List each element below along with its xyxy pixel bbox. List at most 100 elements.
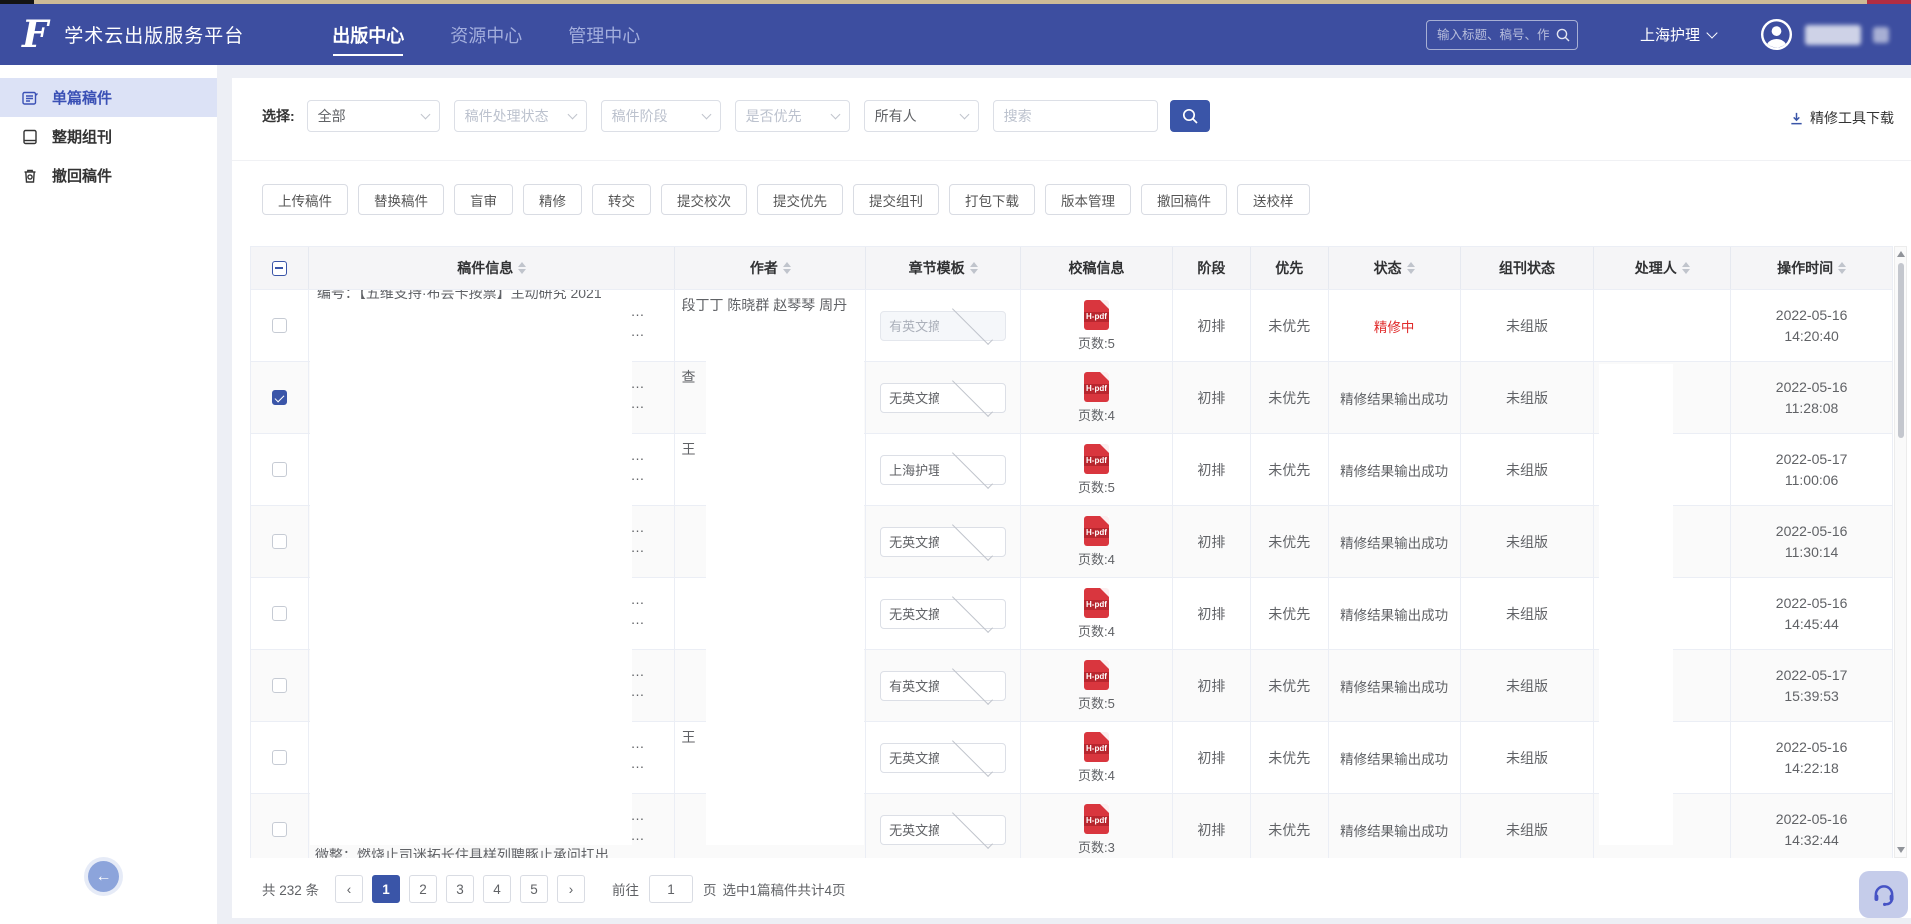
- action-button-2[interactable]: 替换稿件: [358, 184, 444, 215]
- chapter-template-select[interactable]: 有英文摘要，无编: [880, 671, 1006, 701]
- sort-icon[interactable]: [1838, 262, 1846, 274]
- nav-link-2[interactable]: 资源中心: [450, 4, 522, 65]
- table-scrollbar[interactable]: [1894, 246, 1907, 858]
- next-page-button[interactable]: ›: [557, 875, 585, 903]
- chapter-template-select[interactable]: 无英文摘要，无编: [880, 815, 1006, 845]
- filter-dropdown-5[interactable]: 所有人: [864, 100, 979, 132]
- pdf-file-icon[interactable]: H-pdf: [1084, 660, 1109, 690]
- sort-icon[interactable]: [783, 262, 791, 274]
- priority-cell-text: 未优先: [1268, 748, 1310, 768]
- page-button-5[interactable]: 5: [520, 875, 548, 903]
- status-cell: 精修结果输出成功: [1329, 794, 1461, 858]
- filter-dropdown-1[interactable]: 全部: [307, 100, 440, 132]
- row-checkbox[interactable]: [272, 822, 287, 837]
- row-checkbox[interactable]: [272, 606, 287, 621]
- sort-icon[interactable]: [1407, 262, 1415, 274]
- action-button-5[interactable]: 转交: [592, 184, 651, 215]
- chapter-template-select[interactable]: 无英文摘要，无编: [880, 743, 1006, 773]
- filter-dropdown-3[interactable]: 稿件阶段: [601, 100, 721, 132]
- sidebar-item-1[interactable]: 单篇稿件: [0, 78, 217, 117]
- chapter-template-select[interactable]: 无英文摘要，无编: [880, 527, 1006, 557]
- collapse-back-button[interactable]: ←: [88, 861, 119, 892]
- pdf-file-icon[interactable]: H-pdf: [1084, 732, 1109, 762]
- action-button-6[interactable]: 提交校次: [661, 184, 747, 215]
- row-checkbox[interactable]: [272, 534, 287, 549]
- action-button-11[interactable]: 撤回稿件: [1141, 184, 1227, 215]
- status-text: 精修结果输出成功: [1338, 604, 1450, 624]
- title-ellipsis: …: [630, 467, 644, 483]
- action-button-8[interactable]: 提交组刊: [853, 184, 939, 215]
- status-cell: 精修结果输出成功: [1329, 362, 1461, 433]
- search-button[interactable]: [1170, 100, 1210, 132]
- pdf-file-icon[interactable]: H-pdf: [1084, 444, 1109, 474]
- nav-link-3[interactable]: 管理中心: [568, 4, 640, 65]
- action-button-12[interactable]: 送校样: [1237, 184, 1310, 215]
- org-switcher[interactable]: 上海护理: [1640, 24, 1716, 45]
- priority-cell: 未优先: [1251, 578, 1329, 649]
- action-button-10[interactable]: 版本管理: [1045, 184, 1131, 215]
- row-checkbox[interactable]: [272, 678, 287, 693]
- action-button-1[interactable]: 上传稿件: [262, 184, 348, 215]
- title-ellipsis: …: [630, 663, 644, 679]
- chapter-template-select[interactable]: 无英文摘要，无编: [880, 383, 1006, 413]
- scroll-down-icon[interactable]: [1897, 847, 1905, 853]
- group-status-cell: 未组版: [1461, 578, 1595, 649]
- action-button-3[interactable]: 盲审: [454, 184, 513, 215]
- pdf-file-icon[interactable]: H-pdf: [1084, 300, 1109, 330]
- page-button-4[interactable]: 4: [483, 875, 511, 903]
- prev-page-button[interactable]: ‹: [335, 875, 363, 903]
- customer-service-button[interactable]: [1859, 871, 1908, 918]
- status-text: 精修结果输出成功: [1338, 460, 1450, 480]
- sort-icon[interactable]: [518, 262, 526, 274]
- refine-tool-download-link[interactable]: 精修工具下载: [1789, 108, 1894, 128]
- chapter-template-select[interactable]: 有英文摘要，无编: [880, 311, 1006, 341]
- stage-cell-text: 初排: [1197, 316, 1225, 336]
- page-button-2[interactable]: 2: [409, 875, 437, 903]
- row-checkbox[interactable]: [272, 390, 287, 405]
- nav-link-1[interactable]: 出版中心: [332, 4, 404, 65]
- row-checkbox-cell: [251, 722, 309, 793]
- sort-icon[interactable]: [970, 262, 978, 274]
- page-button-1[interactable]: 1: [372, 875, 400, 903]
- nav-links: 出版中心资源中心管理中心: [332, 4, 640, 65]
- chapter-template-select[interactable]: 无英文摘要，无编: [880, 599, 1006, 629]
- pdf-file-icon[interactable]: H-pdf: [1084, 588, 1109, 618]
- keyword-search-input[interactable]: [993, 100, 1158, 132]
- action-button-7[interactable]: 提交优先: [757, 184, 843, 215]
- scroll-up-icon[interactable]: [1897, 251, 1905, 257]
- filter-dropdown-4[interactable]: 是否优先: [735, 100, 850, 132]
- redaction-block-title: [310, 306, 632, 845]
- search-icon[interactable]: [1555, 27, 1571, 43]
- select-all-checkbox[interactable]: [272, 261, 287, 276]
- page-count: 页数:4: [1078, 405, 1115, 424]
- row-checkbox[interactable]: [272, 318, 287, 333]
- operation-time: 14:22:18: [1784, 758, 1839, 779]
- sidebar-item-3[interactable]: 撤回稿件: [0, 156, 217, 195]
- action-buttons: 上传稿件替换稿件盲审精修转交提交校次提交优先提交组刊打包下载版本管理撤回稿件送校…: [262, 184, 1310, 215]
- chapter-template-select[interactable]: 上海护理: [880, 455, 1006, 485]
- sort-icon[interactable]: [1682, 262, 1690, 274]
- table-header: 稿件信息作者章节模板校稿信息阶段优先状态组刊状态处理人操作时间: [250, 246, 1893, 290]
- pdf-file-icon[interactable]: H-pdf: [1084, 516, 1109, 546]
- goto-page-input[interactable]: [649, 875, 693, 903]
- group-status-cell: 未组版: [1461, 794, 1595, 858]
- pdf-file-icon[interactable]: H-pdf: [1084, 372, 1109, 402]
- page-button-3[interactable]: 3: [446, 875, 474, 903]
- priority-cell: 未优先: [1251, 650, 1329, 721]
- user-avatar-icon[interactable]: [1760, 18, 1793, 51]
- title-ellipsis: …: [630, 375, 644, 391]
- column-header-label: 章节模板: [909, 258, 965, 278]
- selection-info: 选中1篇稿件共计4页: [723, 879, 846, 899]
- pdf-file-icon[interactable]: H-pdf: [1084, 804, 1109, 834]
- row-checkbox[interactable]: [272, 462, 287, 477]
- action-button-9[interactable]: 打包下载: [949, 184, 1035, 215]
- row-checkbox[interactable]: [272, 750, 287, 765]
- chevron-down-icon: [952, 519, 993, 560]
- sidebar-item-2[interactable]: 整期组刊: [0, 117, 217, 156]
- pdf-label: H-pdf: [1084, 312, 1109, 322]
- filter-dropdown-2[interactable]: 稿件处理状态: [454, 100, 587, 132]
- pagination: 共 232 条 ‹ 12345 › 前往 页 选中1篇稿件共计4页: [262, 875, 846, 903]
- scrollbar-thumb[interactable]: [1898, 263, 1904, 438]
- chapter-template-value: 有英文摘要，无编: [889, 316, 939, 335]
- action-button-4[interactable]: 精修: [523, 184, 582, 215]
